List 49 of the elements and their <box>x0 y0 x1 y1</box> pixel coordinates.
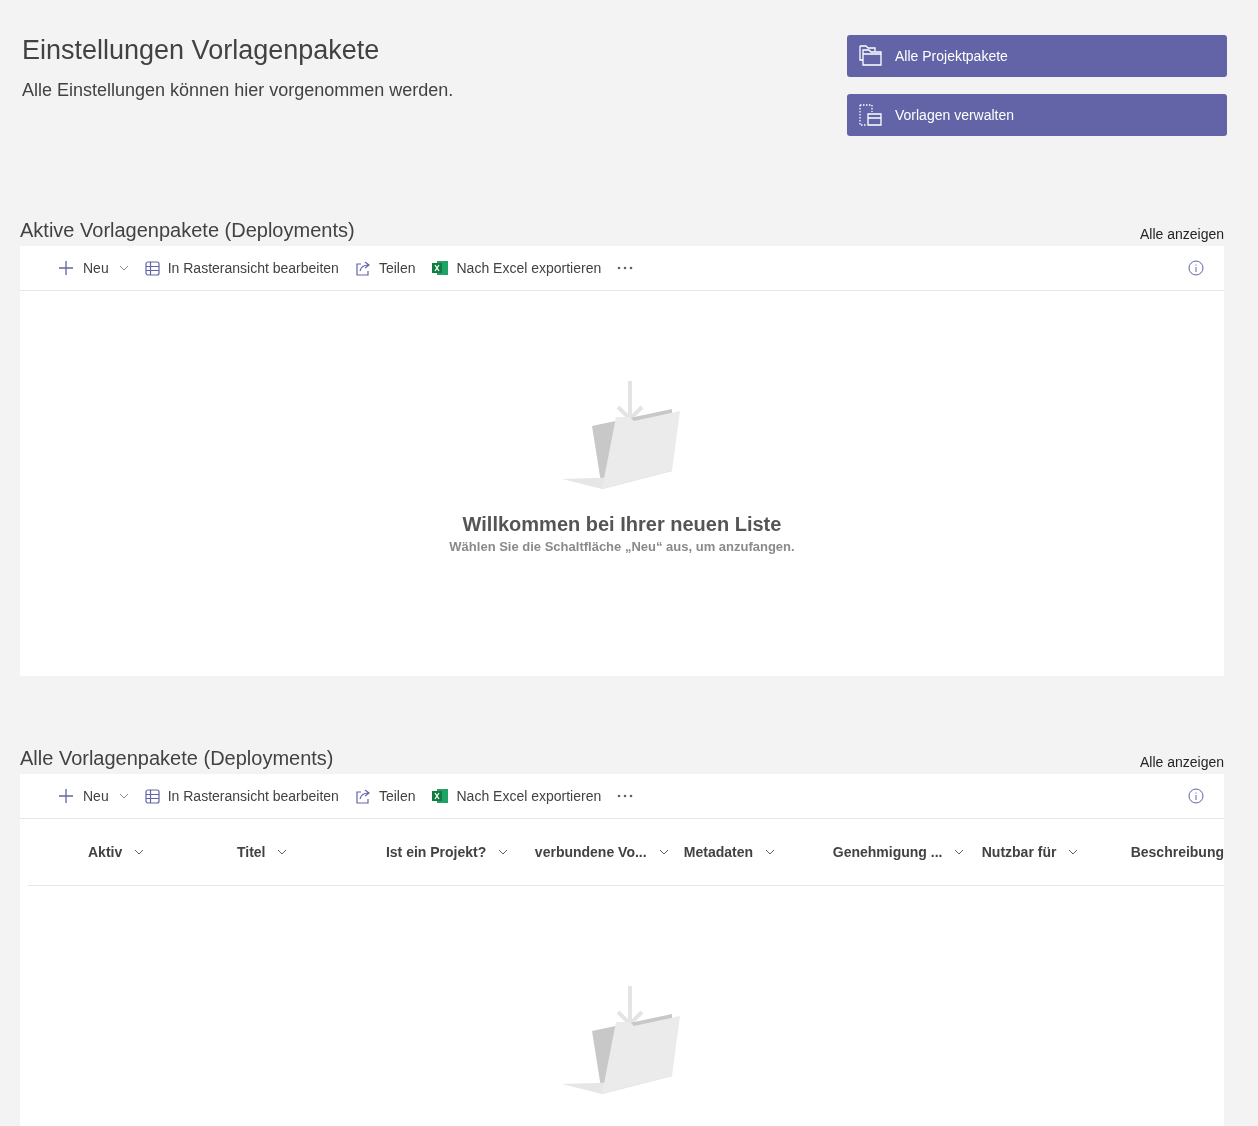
page-title: Einstellungen Vorlagenpakete <box>22 35 381 66</box>
show-all-link[interactable]: Alle anzeigen <box>1139 754 1224 770</box>
column-header[interactable]: Titel <box>236 844 386 860</box>
toolbar-button[interactable]: Neu <box>51 780 137 812</box>
column-header[interactable]: Genehmigung ... <box>832 844 982 860</box>
more-icon <box>617 266 634 270</box>
grid-icon <box>144 788 160 804</box>
folders-icon <box>859 45 883 67</box>
toolbar-button[interactable]: In Rasteransicht bearbeiten <box>136 252 347 284</box>
page-subtitle: Alle Einstellungen können hier vorgenommen werden. <box>22 80 454 101</box>
toolbar-button[interactable]: Neu <box>51 252 137 284</box>
info-icon[interactable] <box>1188 260 1204 276</box>
template-icon <box>859 104 883 126</box>
chevron-icon <box>658 849 669 855</box>
toolbar-button[interactable]: Teilen <box>346 252 424 284</box>
more-icon <box>617 794 634 798</box>
toolbar-button[interactable]: Nach Excel exportieren <box>423 252 610 284</box>
plus-icon <box>59 261 73 275</box>
grid-icon <box>144 260 160 276</box>
chevron-icon <box>118 265 129 271</box>
show-all-link[interactable]: Alle anzeigen <box>1139 226 1224 242</box>
column-header[interactable]: Ist ein Projekt? <box>385 844 535 860</box>
chevron-icon <box>954 849 965 855</box>
column-header[interactable]: Nutzbar für <box>981 844 1131 860</box>
column-header[interactable]: Aktiv <box>88 844 237 860</box>
chevron-icon <box>134 849 145 855</box>
column-header[interactable]: Beschreibung <box>1130 844 1224 860</box>
column-header[interactable]: verbundene Vo... <box>534 844 684 860</box>
spreadsheet-icon <box>431 260 449 276</box>
share-icon <box>354 788 371 804</box>
share-icon <box>354 260 371 276</box>
column-header[interactable]: Metadaten <box>683 844 833 860</box>
action-button[interactable]: Alle Projektpakete <box>847 35 1227 77</box>
chevron-icon <box>277 849 288 855</box>
empty-title: Willkommen bei Ihrer neuen Liste <box>462 513 782 536</box>
chevron-icon <box>118 793 129 799</box>
info-icon[interactable] <box>1188 788 1204 804</box>
section-title: Alle Vorlagenpakete (Deployments) <box>20 747 334 770</box>
chevron-icon <box>1068 849 1079 855</box>
spreadsheet-icon <box>431 788 449 804</box>
empty-hint: Wählen Sie die Schaltfläche „Neu“ aus, um anzufangen. <box>449 539 795 554</box>
action-button[interactable]: Vorlagen verwalten <box>847 94 1227 136</box>
plus-icon <box>59 789 73 803</box>
chevron-icon <box>498 849 509 855</box>
toolbar-button[interactable]: Teilen <box>346 780 424 812</box>
toolbar-button[interactable]: Nach Excel exportieren <box>423 780 610 812</box>
chevron-icon <box>765 849 776 855</box>
toolbar-button[interactable]: In Rasteransicht bearbeiten <box>136 780 347 812</box>
section-title: Aktive Vorlagenpakete (Deployments) <box>20 219 355 242</box>
